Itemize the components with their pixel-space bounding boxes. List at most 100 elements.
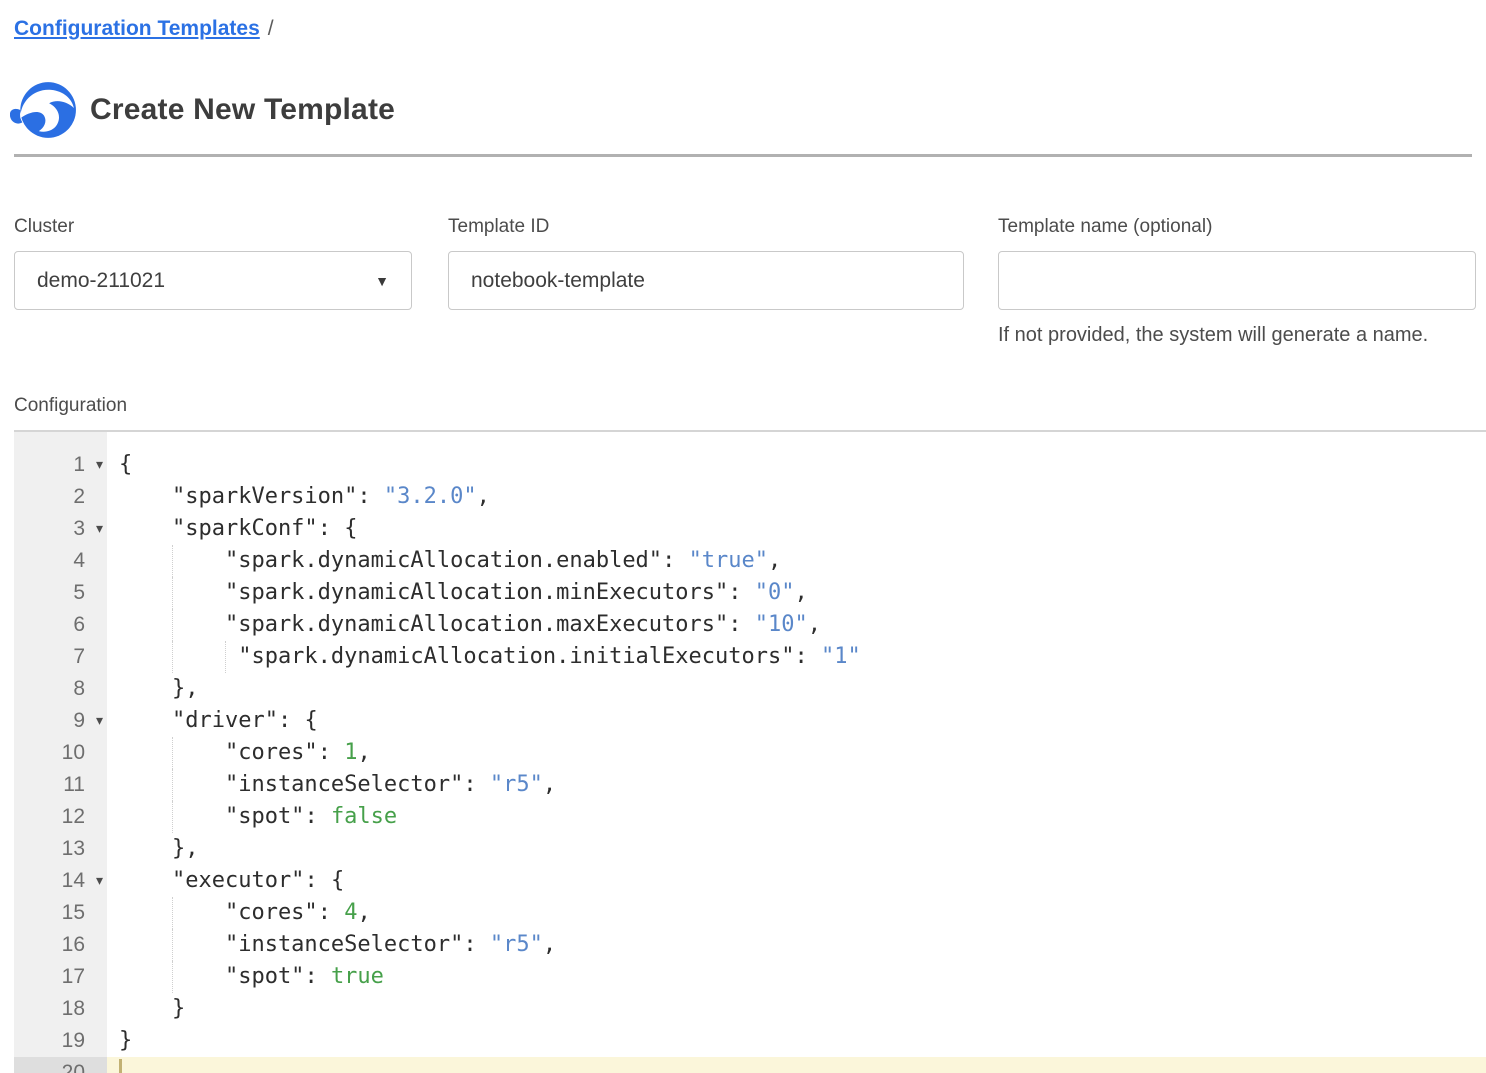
fold-arrow-icon[interactable]: ▾ [96,705,103,736]
line-number-11: 11 [14,769,107,801]
code-line-1[interactable]: { [107,449,1486,481]
code-line-14[interactable]: "executor": { [107,865,1486,897]
code-line-15[interactable]: "cores": 4, [107,897,1486,929]
code-line-17[interactable]: "spot": true [107,961,1486,993]
line-number-8: 8 [14,673,107,705]
line-number-17: 17 [14,961,107,993]
editor-line-13[interactable]: 13 }, [14,833,1486,865]
editor-line-7[interactable]: 7 "spark.dynamicAllocation.initialExecut… [14,641,1486,673]
indent-guide [172,641,173,673]
cluster-label: Cluster [14,216,412,238]
page-title: Create New Template [90,93,395,127]
code-line-12[interactable]: "spot": false [107,801,1486,833]
code-line-8[interactable]: }, [107,673,1486,705]
indent-guide [172,961,173,993]
ocean-wave-logo-icon [10,81,78,139]
editor-line-18[interactable]: 18 } [14,993,1486,1025]
page-header: Create New Template [10,81,1472,139]
indent-guide [172,577,173,609]
editor-line-6[interactable]: 6 "spark.dynamicAllocation.maxExecutors"… [14,609,1486,641]
code-line-4[interactable]: "spark.dynamicAllocation.enabled": "true… [107,545,1486,577]
line-number-6: 6 [14,609,107,641]
indent-guide [225,641,226,673]
template-name-input[interactable] [998,251,1476,310]
code-line-3[interactable]: "sparkConf": { [107,513,1486,545]
editor-line-19[interactable]: 19} [14,1025,1486,1057]
editor-line-2[interactable]: 2 "sparkVersion": "3.2.0", [14,481,1486,513]
editor-line-5[interactable]: 5 "spark.dynamicAllocation.minExecutors"… [14,577,1486,609]
indent-guide [172,545,173,577]
text-cursor [119,1059,122,1073]
line-number-12: 12 [14,801,107,833]
line-number-3: 3▾ [14,513,107,545]
editor-line-15[interactable]: 15 "cores": 4, [14,897,1486,929]
editor-line-8[interactable]: 8 }, [14,673,1486,705]
fold-arrow-icon[interactable]: ▾ [96,449,103,480]
template-name-label: Template name (optional) [998,216,1476,238]
line-number-18: 18 [14,993,107,1025]
editor-line-10[interactable]: 10 "cores": 1, [14,737,1486,769]
line-number-14: 14▾ [14,865,107,897]
line-number-5: 5 [14,577,107,609]
line-number-15: 15 [14,897,107,929]
line-number-20: 20 [14,1057,107,1073]
template-id-field: Template ID [448,216,964,310]
code-line-11[interactable]: "instanceSelector": "r5", [107,769,1486,801]
code-line-7[interactable]: "spark.dynamicAllocation.initialExecutor… [107,641,1486,673]
line-number-9: 9▾ [14,705,107,737]
code-line-19[interactable]: } [107,1025,1486,1057]
fold-arrow-icon[interactable]: ▾ [96,865,103,896]
code-line-9[interactable]: "driver": { [107,705,1486,737]
line-number-4: 4 [14,545,107,577]
fold-arrow-icon[interactable]: ▾ [96,513,103,544]
editor-line-12[interactable]: 12 "spot": false [14,801,1486,833]
code-line-5[interactable]: "spark.dynamicAllocation.minExecutors": … [107,577,1486,609]
configuration-editor[interactable]: 1▾{2 "sparkVersion": "3.2.0",3▾ "sparkCo… [14,430,1486,1073]
indent-guide [172,897,173,929]
line-number-19: 19 [14,1025,107,1057]
cluster-field: Cluster demo-211021 ▼ [14,216,412,310]
line-number-7: 7 [14,641,107,673]
editor-lines: 1▾{2 "sparkVersion": "3.2.0",3▾ "sparkCo… [14,432,1486,1073]
template-id-input[interactable] [448,251,964,310]
template-id-label: Template ID [448,216,964,238]
indent-guide [172,929,173,961]
line-number-13: 13 [14,833,107,865]
code-line-20[interactable] [107,1057,1486,1073]
line-number-16: 16 [14,929,107,961]
breadcrumb: Configuration Templates / [0,0,1486,41]
create-template-page: Configuration Templates / Create New Temp… [0,0,1486,1073]
code-line-13[interactable]: }, [107,833,1486,865]
line-number-10: 10 [14,737,107,769]
template-name-helper-text: If not provided, the system will generat… [998,324,1476,347]
indent-guide [172,769,173,801]
editor-line-11[interactable]: 11 "instanceSelector": "r5", [14,769,1486,801]
editor-line-20[interactable]: 20 [14,1057,1486,1073]
editor-line-1[interactable]: 1▾{ [14,449,1486,481]
breadcrumb-link-configuration-templates[interactable]: Configuration Templates [14,17,260,40]
code-line-6[interactable]: "spark.dynamicAllocation.maxExecutors": … [107,609,1486,641]
cluster-select-value: demo-211021 [37,269,165,293]
header-divider [14,154,1472,157]
breadcrumb-separator: / [268,17,274,40]
line-number-2: 2 [14,481,107,513]
chevron-down-icon: ▼ [375,273,389,289]
code-line-2[interactable]: "sparkVersion": "3.2.0", [107,481,1486,513]
template-form: Cluster demo-211021 ▼ Template ID Templa… [14,216,1476,347]
indent-guide [172,737,173,769]
template-name-field: Template name (optional) If not provided… [998,216,1476,347]
configuration-label: Configuration [14,395,1472,417]
cluster-select[interactable]: demo-211021 ▼ [14,251,412,310]
editor-line-17[interactable]: 17 "spot": true [14,961,1486,993]
indent-guide [172,801,173,833]
indent-guide [172,609,173,641]
code-line-18[interactable]: } [107,993,1486,1025]
code-line-10[interactable]: "cores": 1, [107,737,1486,769]
editor-line-9[interactable]: 9▾ "driver": { [14,705,1486,737]
editor-line-4[interactable]: 4 "spark.dynamicAllocation.enabled": "tr… [14,545,1486,577]
editor-line-3[interactable]: 3▾ "sparkConf": { [14,513,1486,545]
code-line-16[interactable]: "instanceSelector": "r5", [107,929,1486,961]
editor-line-14[interactable]: 14▾ "executor": { [14,865,1486,897]
editor-line-16[interactable]: 16 "instanceSelector": "r5", [14,929,1486,961]
line-number-1: 1▾ [14,449,107,481]
